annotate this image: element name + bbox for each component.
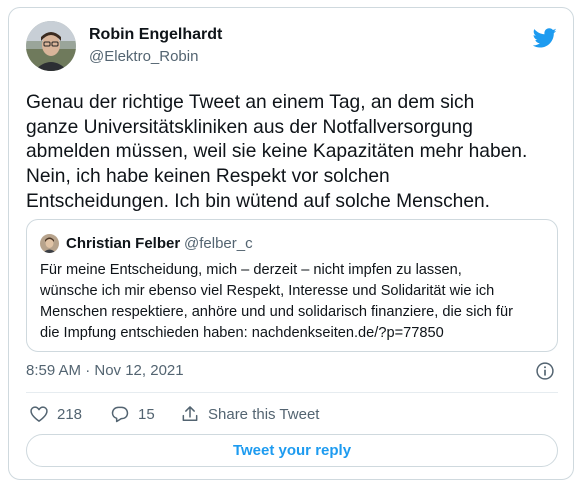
reply-count: 15 xyxy=(138,405,155,423)
quoted-tweet-text: Für meine Entscheidung, mich – derzeit –… xyxy=(40,262,513,341)
quoted-author-handle: @felber_c xyxy=(184,235,253,252)
author-handle[interactable]: @Elektro_Robin xyxy=(89,48,198,65)
reply-bubble-icon xyxy=(111,406,129,423)
heart-icon xyxy=(30,406,48,422)
tweet-card: Robin Engelhardt @Elektro_Robin Genau de… xyxy=(8,7,574,480)
quoted-tweet[interactable]: Christian Felber @felber_c Für meine Ent… xyxy=(26,219,558,352)
author-avatar[interactable] xyxy=(26,21,76,71)
tweet-text: Genau der richtige Tweet an einem Tag, a… xyxy=(26,92,528,212)
quoted-author-name: Christian Felber xyxy=(66,235,181,252)
author-name[interactable]: Robin Engelhardt xyxy=(89,26,222,44)
like-button[interactable]: 218 xyxy=(29,403,82,425)
share-label: Share this Tweet xyxy=(208,405,320,423)
divider xyxy=(26,392,558,393)
twitter-bird-icon[interactable] xyxy=(533,26,557,50)
tweet-your-reply-button[interactable]: Tweet your reply xyxy=(26,434,558,467)
like-count: 218 xyxy=(57,405,83,423)
share-button[interactable]: Share this Tweet xyxy=(180,403,319,425)
info-icon[interactable] xyxy=(535,361,555,381)
reply-button[interactable]: 15 xyxy=(110,403,155,425)
quoted-author-avatar xyxy=(40,234,59,253)
share-upload-icon xyxy=(182,406,198,421)
tweet-timestamp[interactable]: 8:59 AM · Nov 12, 2021 xyxy=(26,362,184,379)
